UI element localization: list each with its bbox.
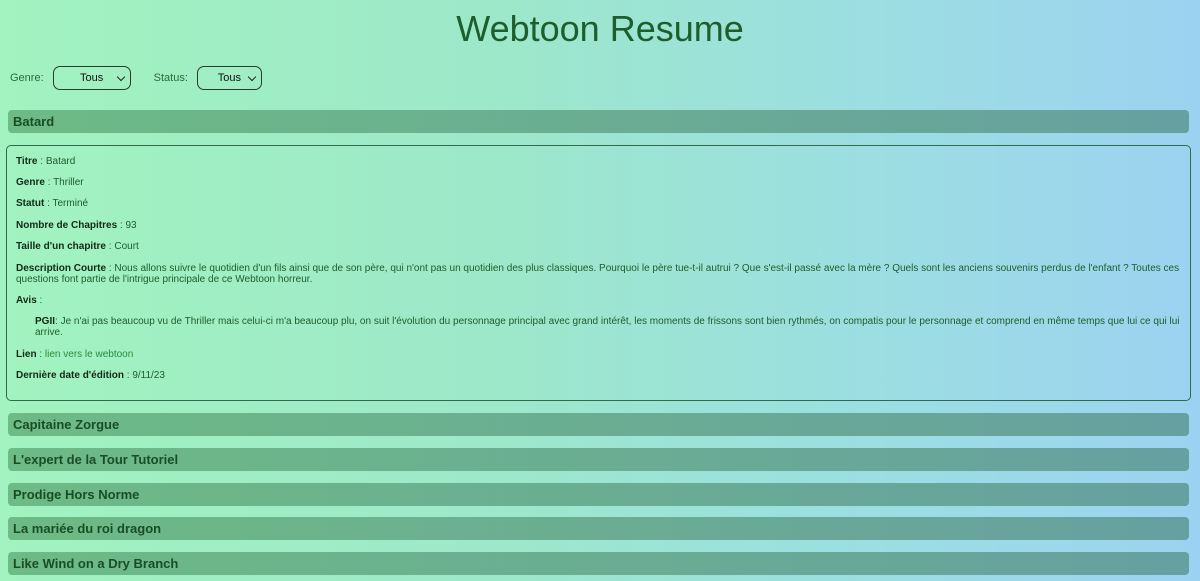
genre-select[interactable]: Tous [52,66,131,90]
accordion-header-entry[interactable]: L'expert de la Tour Tutoriel [8,448,1189,471]
entry-details-panel: Titre : Batard Genre : Thriller Statut :… [6,145,1191,401]
detail-genre: Genre : Thriller [16,177,84,188]
accordion-header-entry[interactable]: Capitaine Zorgue [8,413,1189,436]
detail-chapitres: Nombre de Chapitres : 93 [16,220,137,231]
status-select[interactable]: Tous [196,66,262,90]
avis-item: PGII: Je n'ai pas beaucoup vu de Thrille… [35,316,1180,338]
accordion-header-entry[interactable]: Prodige Hors Norme [8,483,1189,506]
detail-taille: Taille d'un chapitre : Court [16,241,139,252]
status-filter-label: Status: [153,72,188,84]
status-select-value: Tous [217,72,242,84]
detail-description: Description Courte : Nous allons suivre … [16,263,1180,285]
chevron-down-icon [247,72,257,82]
detail-date: Dernière date d'édition : 9/11/23 [16,370,165,381]
detail-lien: Lien : lien vers le webtoon [16,349,134,360]
detail-titre: Titre : Batard [16,156,76,167]
page-title: Webtoon Resume [456,8,744,49]
webtoon-link[interactable]: lien vers le webtoon [45,349,133,360]
detail-avis: Avis : [16,295,43,306]
filter-bar: Genre: Tous Status: Tous [10,66,262,90]
accordion-header-batard[interactable]: Batard [8,110,1189,133]
accordion-header-entry[interactable]: La mariée du roi dragon [8,517,1189,540]
genre-filter-label: Genre: [10,72,44,84]
chevron-down-icon [116,72,125,82]
genre-select-value: Tous [80,72,104,84]
accordion-header-entry[interactable]: Like Wind on a Dry Branch [8,552,1189,575]
detail-statut: Statut : Terminé [16,198,89,209]
